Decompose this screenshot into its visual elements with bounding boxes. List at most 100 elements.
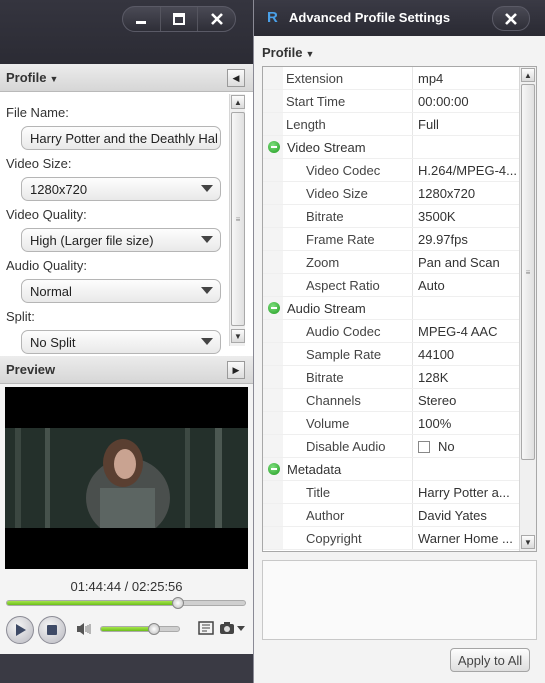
settings-row[interactable]: Disable Audio No xyxy=(263,435,520,458)
play-button[interactable] xyxy=(6,616,34,644)
setting-value[interactable]: Full xyxy=(416,113,520,136)
column-separator xyxy=(412,228,413,251)
video-preview[interactable] xyxy=(5,387,248,569)
close-button[interactable] xyxy=(492,6,530,31)
settings-row[interactable]: Aspect Ratio Auto xyxy=(263,274,520,297)
volume-slider[interactable] xyxy=(100,623,180,635)
row-gutter xyxy=(263,504,283,527)
expand-preview-button[interactable]: ▶ xyxy=(227,361,245,379)
setting-value[interactable]: 3500K xyxy=(416,205,520,228)
settings-row[interactable]: Sample Rate 44100 xyxy=(263,343,520,366)
settings-row[interactable]: Video Codec H.264/MPEG-4... xyxy=(263,159,520,182)
split-select[interactable]: No Split xyxy=(21,330,221,354)
collapse-section-icon[interactable] xyxy=(268,463,280,475)
scroll-down-button[interactable]: ▼ xyxy=(521,535,535,549)
video-size-select[interactable]: 1280x720 xyxy=(21,177,221,201)
volume-level xyxy=(101,627,155,631)
stop-button[interactable] xyxy=(38,616,66,644)
preview-panel: 01:44:44 / 02:25:56 xyxy=(0,384,253,654)
settings-row[interactable]: Video Size 1280x720 xyxy=(263,182,520,205)
setting-value[interactable]: 128K xyxy=(416,366,520,389)
setting-label: Channels xyxy=(306,393,361,408)
settings-row[interactable]: Volume 100% xyxy=(263,412,520,435)
setting-value[interactable]: Pan and Scan xyxy=(416,251,520,274)
profile-dropdown[interactable]: Profile ▼ xyxy=(262,45,314,60)
setting-label: Audio Codec xyxy=(306,324,381,339)
settings-row[interactable]: Audio Codec MPEG-4 AAC xyxy=(263,320,520,343)
settings-row[interactable]: Start Time 00:00:00 xyxy=(263,90,520,113)
close-button[interactable] xyxy=(198,7,235,31)
volume-handle[interactable] xyxy=(148,623,161,635)
setting-value[interactable]: No xyxy=(416,435,520,458)
settings-row[interactable]: Frame Rate 29.97fps xyxy=(263,228,520,251)
row-gutter xyxy=(263,159,283,182)
maximize-button[interactable] xyxy=(161,7,199,31)
settings-row[interactable]: Copyright Warner Home ... xyxy=(263,527,520,550)
settings-row[interactable]: Length Full xyxy=(263,113,520,136)
setting-value[interactable]: mp4 xyxy=(416,67,520,90)
settings-row[interactable]: Author David Yates xyxy=(263,504,520,527)
row-gutter xyxy=(263,366,283,389)
setting-value[interactable]: Auto xyxy=(416,274,520,297)
setting-value[interactable]: 29.97fps xyxy=(416,228,520,251)
row-gutter xyxy=(263,90,283,113)
settings-row[interactable]: Bitrate 3500K xyxy=(263,205,520,228)
scroll-thumb[interactable]: ≡ xyxy=(521,84,535,460)
scroll-up-button[interactable]: ▲ xyxy=(521,68,535,82)
collapse-section-icon[interactable] xyxy=(268,141,280,153)
column-separator xyxy=(412,90,413,113)
scroll-up-button[interactable]: ▲ xyxy=(231,95,245,109)
preview-panel-header: Preview ▶ xyxy=(0,356,253,384)
settings-row[interactable]: Zoom Pan and Scan xyxy=(263,251,520,274)
audio-quality-select[interactable]: Normal xyxy=(21,279,221,303)
profile-dropdown[interactable]: Profile ▼ xyxy=(6,70,58,85)
column-separator xyxy=(412,320,413,343)
setting-value[interactable]: 100% xyxy=(416,412,520,435)
settings-row[interactable]: Title Harry Potter a... xyxy=(263,481,520,504)
settings-row[interactable]: Extension mp4 xyxy=(263,67,520,90)
setting-value[interactable]: Harry Potter a... xyxy=(416,481,520,504)
chevron-down-icon xyxy=(194,229,220,251)
collapse-panel-button[interactable]: ◀ xyxy=(227,69,245,87)
seek-progress xyxy=(7,601,179,605)
setting-value[interactable]: MPEG-4 AAC xyxy=(416,320,520,343)
setting-value[interactable]: David Yates xyxy=(416,504,520,527)
seek-handle[interactable] xyxy=(172,597,185,609)
camera-dropdown-icon[interactable] xyxy=(237,626,245,632)
video-quality-select[interactable]: High (Larger file size) xyxy=(21,228,221,252)
setting-label: Copyright xyxy=(306,531,362,546)
file-name-field[interactable]: Harry Potter and the Deathly Hal xyxy=(21,126,221,150)
settings-section-row[interactable]: Audio Stream xyxy=(263,297,520,320)
scroll-thumb[interactable]: ≡ xyxy=(231,112,245,326)
setting-value[interactable]: 1280x720 xyxy=(416,182,520,205)
profile-scrollbar[interactable]: ▲ ≡ ▼ xyxy=(229,94,245,346)
settings-row[interactable]: Channels Stereo xyxy=(263,389,520,412)
setting-value[interactable]: Stereo xyxy=(416,389,520,412)
settings-section-row[interactable]: Video Stream xyxy=(263,136,520,159)
split-value: No Split xyxy=(30,335,76,350)
column-separator xyxy=(412,366,413,389)
video-settings-icon[interactable] xyxy=(198,620,214,636)
scroll-down-button[interactable]: ▼ xyxy=(231,329,245,343)
collapse-section-icon[interactable] xyxy=(268,302,280,314)
setting-value[interactable]: 44100 xyxy=(416,343,520,366)
setting-value[interactable]: 00:00:00 xyxy=(416,90,520,113)
setting-label: Video Codec xyxy=(306,163,381,178)
camera-icon[interactable] xyxy=(219,620,235,636)
setting-value[interactable]: H.264/MPEG-4... xyxy=(416,159,520,182)
seek-bar[interactable] xyxy=(6,597,246,609)
settings-scrollbar[interactable]: ▲ ≡ ▼ xyxy=(519,67,536,551)
setting-value[interactable]: Warner Home ... xyxy=(416,527,520,550)
apply-to-all-button[interactable]: Apply to All xyxy=(450,648,530,672)
checkbox-label: No xyxy=(438,439,455,454)
grip-icon: ≡ xyxy=(235,214,241,224)
settings-row[interactable]: Bitrate 128K xyxy=(263,366,520,389)
speaker-icon[interactable] xyxy=(76,622,92,636)
minimize-button[interactable] xyxy=(123,7,161,31)
setting-label: Frame Rate xyxy=(306,232,375,247)
player-window: Profile ▼ ◀ File Name: Harry Potter and t… xyxy=(0,0,253,683)
row-gutter xyxy=(263,205,283,228)
disable-audio-checkbox[interactable] xyxy=(418,441,430,453)
settings-section-row[interactable]: Metadata xyxy=(263,458,520,481)
column-separator xyxy=(412,205,413,228)
